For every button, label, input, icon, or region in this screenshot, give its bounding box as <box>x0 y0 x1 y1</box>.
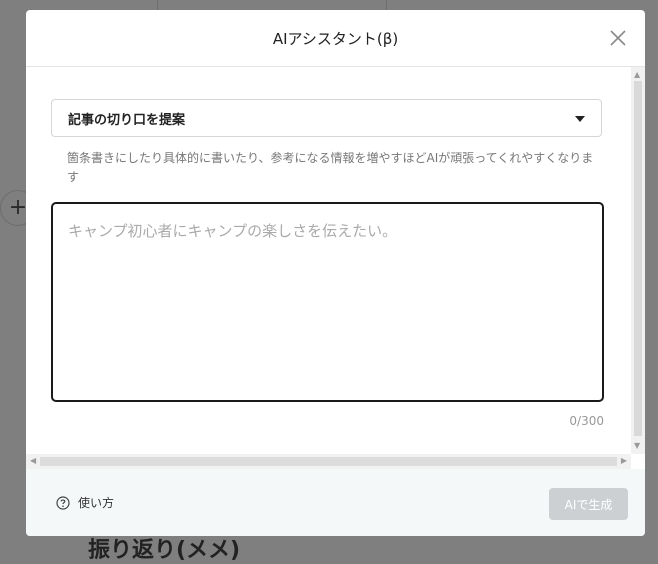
scroll-left-arrow-icon[interactable]: ◀ <box>30 457 36 465</box>
character-counter: 0/300 <box>569 414 604 428</box>
vertical-scroll-thumb[interactable] <box>634 81 642 436</box>
generate-button[interactable]: AIで生成 <box>549 488 628 520</box>
scroll-down-arrow-icon[interactable]: ▼ <box>634 442 640 450</box>
vertical-scrollbar[interactable]: ▲ ▼ <box>631 67 645 454</box>
background-heading: 振り返り(メメ) <box>88 538 241 563</box>
help-link[interactable]: 使い方 <box>56 494 114 511</box>
modal-title: AIアシスタント(β) <box>272 29 399 48</box>
close-icon <box>610 30 626 46</box>
help-label: 使い方 <box>78 496 115 510</box>
modal-body: 記事の切り口を提案 箇条書きにしたり具体的に書いたり、参考になる情報を増やすほど… <box>26 67 631 454</box>
horizontal-scrollbar[interactable]: ◀ ▶ <box>26 454 631 469</box>
scroll-up-arrow-icon[interactable]: ▲ <box>634 71 640 79</box>
caret-down-icon <box>575 116 585 122</box>
scroll-right-arrow-icon[interactable]: ▶ <box>621 457 627 465</box>
modal-header: AIアシスタント(β) <box>26 10 645 67</box>
horizontal-scroll-thumb[interactable] <box>40 457 617 466</box>
input-hint: 箇条書きにしたり具体的に書いたり、参考になる情報を増やすほどAIが頑張ってくれや… <box>67 151 594 184</box>
plus-icon: + <box>8 195 28 220</box>
close-button[interactable] <box>607 27 629 49</box>
ai-assistant-modal: AIアシスタント(β) 記事の切り口を提案 箇条書きにしたり具体的に書いたり、参… <box>26 10 645 536</box>
prompt-textarea[interactable] <box>51 202 604 402</box>
question-circle-icon <box>56 495 70 510</box>
prompt-type-select[interactable]: 記事の切り口を提案 <box>51 99 602 137</box>
modal-footer: 使い方 AIで生成 <box>26 469 645 536</box>
prompt-type-selected: 記事の切り口を提案 <box>68 112 186 128</box>
